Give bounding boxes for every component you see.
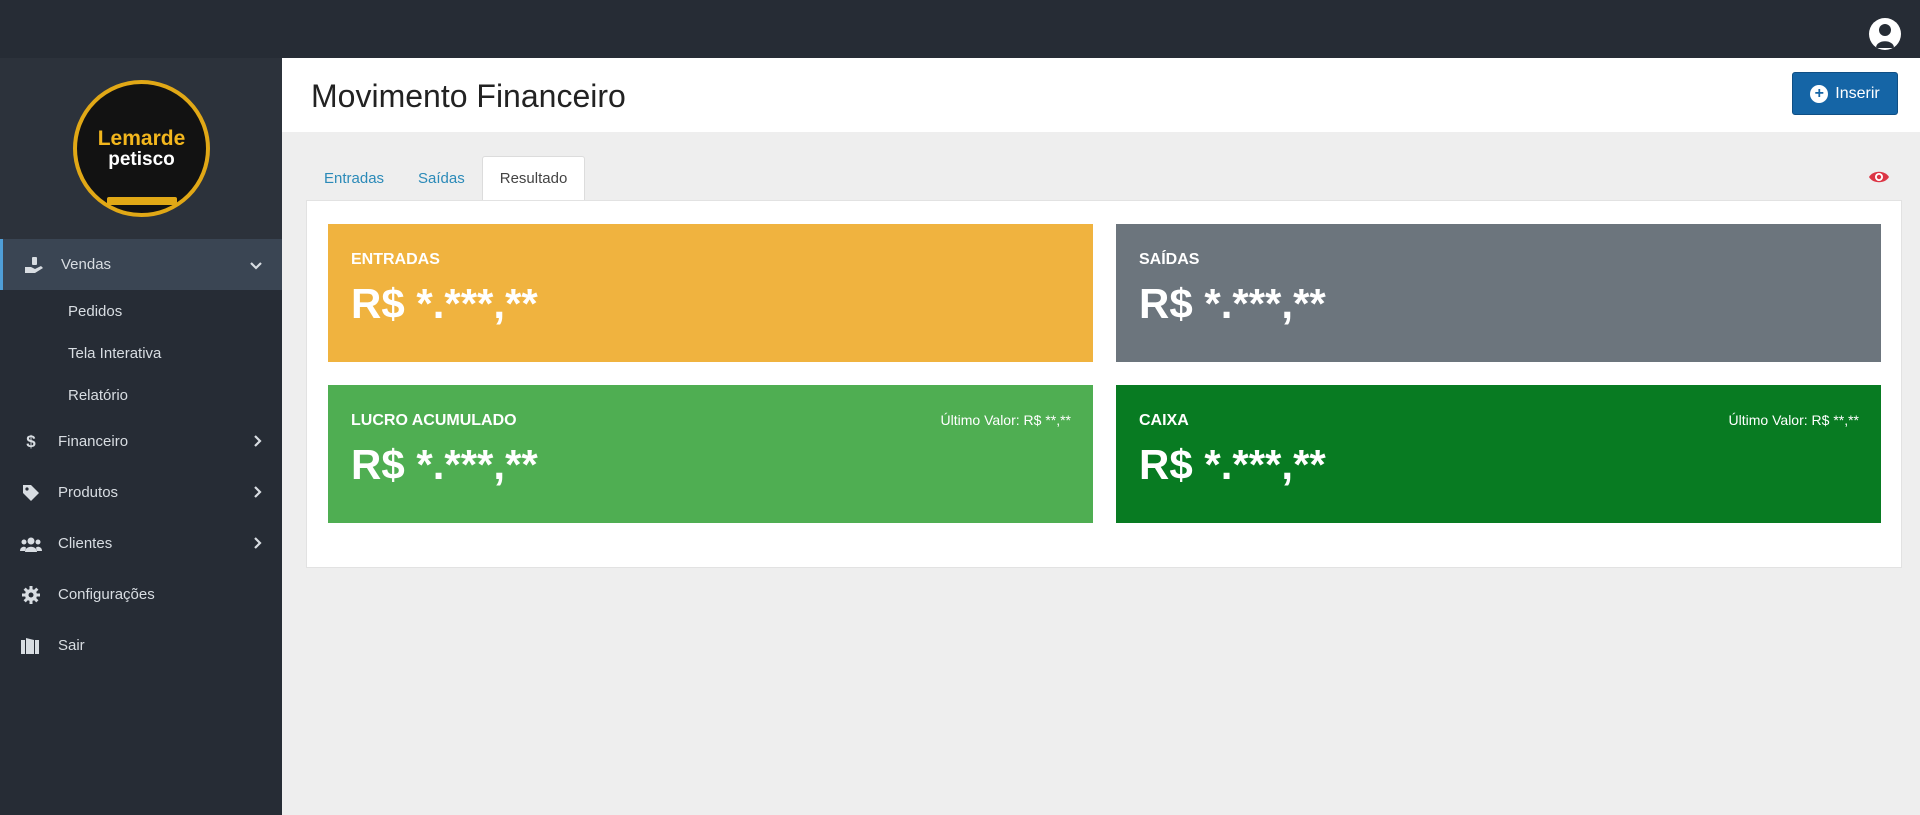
tab-saidas[interactable]: Saídas bbox=[401, 156, 482, 200]
page-header: Movimento Financeiro + Inserir bbox=[282, 58, 1920, 132]
card-value: R$ *.***,** bbox=[1139, 280, 1326, 327]
sidebar-item-sair[interactable]: Sair bbox=[0, 620, 282, 671]
sidebar-item-produtos[interactable]: Produtos bbox=[0, 467, 282, 518]
card-saidas: SAÍDAS R$ *.***,** bbox=[1116, 224, 1881, 362]
page-title: Movimento Financeiro bbox=[311, 78, 626, 114]
sidebar-item-configuracoes[interactable]: Configurações bbox=[0, 569, 282, 620]
card-label: CAIXA bbox=[1139, 412, 1189, 429]
gear-icon bbox=[20, 585, 42, 605]
card-last-value: Último Valor: R$ **,** bbox=[940, 412, 1071, 428]
brand-logo[interactable]: Lemarde petisco bbox=[73, 80, 210, 217]
card-label: SAÍDAS bbox=[1139, 251, 1200, 268]
tag-icon bbox=[20, 483, 42, 503]
hand-holding-icon bbox=[23, 255, 45, 275]
logo-text-line2: petisco bbox=[108, 148, 175, 170]
tab-entradas[interactable]: Entradas bbox=[307, 156, 401, 200]
card-value: R$ *.***,** bbox=[1139, 441, 1326, 488]
card-last-value: Último Valor: R$ **,** bbox=[1728, 412, 1859, 428]
sidebar: Lemarde petisco Vendas Pedidos Tela Inte… bbox=[0, 58, 282, 815]
users-icon bbox=[20, 534, 42, 554]
card-value: R$ *.***,** bbox=[351, 441, 538, 488]
sidebar-nav: Vendas Pedidos Tela Interativa Relatório… bbox=[0, 239, 282, 671]
sidebar-item-label: Financeiro bbox=[58, 433, 129, 450]
eye-icon[interactable] bbox=[1868, 169, 1890, 185]
sidebar-item-label: Configurações bbox=[58, 586, 155, 603]
chevron-right-icon bbox=[254, 434, 262, 450]
sidebar-item-label: Sair bbox=[58, 637, 85, 654]
card-caixa: CAIXA Último Valor: R$ **,** R$ *.***,** bbox=[1116, 385, 1881, 523]
logo-ribbon bbox=[106, 197, 177, 205]
sidebar-subitem-tela-interativa[interactable]: Tela Interativa bbox=[0, 332, 282, 374]
tab-resultado[interactable]: Resultado bbox=[481, 156, 586, 200]
plus-circle-icon: + bbox=[1810, 84, 1829, 103]
sidebar-subitem-relatorio[interactable]: Relatório bbox=[0, 374, 282, 416]
sidebar-subitem-pedidos[interactable]: Pedidos bbox=[0, 290, 282, 332]
card-entradas: ENTRADAS R$ *.***,** bbox=[328, 224, 1093, 362]
chevron-right-icon bbox=[254, 485, 262, 501]
sidebar-item-financeiro[interactable]: $ Financeiro bbox=[0, 416, 282, 467]
logo-area: Lemarde petisco bbox=[0, 58, 282, 239]
insert-button[interactable]: + Inserir bbox=[1792, 72, 1898, 115]
top-bar bbox=[0, 0, 1920, 58]
card-value: R$ *.***,** bbox=[351, 280, 538, 327]
tabs: Entradas Saídas Resultado bbox=[307, 156, 586, 200]
card-lucro-acumulado: LUCRO ACUMULADO Último Valor: R$ **,** R… bbox=[328, 385, 1093, 523]
sidebar-item-label: Produtos bbox=[58, 484, 119, 501]
card-label: ENTRADAS bbox=[351, 251, 440, 268]
sidebar-item-label: Vendas bbox=[61, 256, 112, 273]
logo-text-line1: Lemarde bbox=[97, 126, 186, 150]
result-panel: ENTRADAS R$ *.***,** SAÍDAS R$ *.***,** … bbox=[306, 200, 1902, 568]
insert-button-label: Inserir bbox=[1835, 84, 1880, 102]
sidebar-item-label: Clientes bbox=[58, 535, 113, 552]
chevron-right-icon bbox=[254, 536, 262, 552]
dollar-icon: $ bbox=[26, 431, 36, 451]
door-exit-icon bbox=[20, 636, 42, 656]
chevron-down-icon bbox=[250, 257, 262, 273]
sidebar-item-vendas[interactable]: Vendas bbox=[0, 239, 282, 290]
sidebar-item-clientes[interactable]: Clientes bbox=[0, 518, 282, 569]
user-avatar-icon[interactable] bbox=[1869, 18, 1901, 50]
card-label: LUCRO ACUMULADO bbox=[351, 412, 517, 429]
